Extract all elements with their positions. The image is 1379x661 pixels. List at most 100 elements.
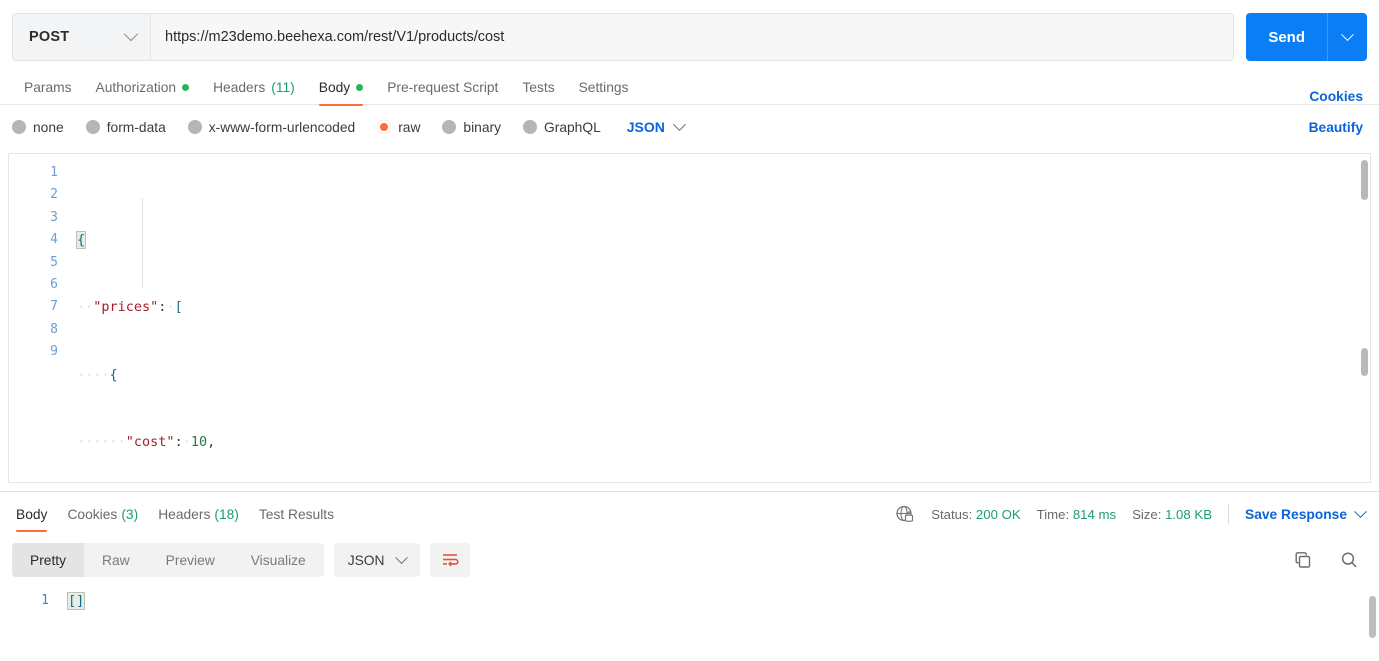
radio-icon — [12, 120, 26, 134]
tab-label: Pre-request Script — [387, 79, 499, 95]
tab-label: Params — [24, 79, 72, 95]
chevron-down-icon — [1354, 504, 1367, 518]
line-number: 7 — [50, 299, 58, 315]
response-view-mode-group: Pretty Raw Preview Visualize — [12, 543, 324, 577]
code-line-1: { — [75, 229, 1370, 251]
response-body-viewer[interactable]: 1 [] — [0, 584, 1379, 654]
body-type-binary[interactable]: binary — [442, 120, 501, 135]
request-body-editor[interactable]: 1 2 3 4 5 6 7 8 9 { ··"prices":·[ ····{ … — [8, 153, 1371, 483]
globe-lock-icon[interactable] — [895, 504, 915, 524]
body-type-raw[interactable]: raw — [377, 120, 420, 135]
tab-label: Body — [318, 79, 351, 95]
editor-scrollbar-thumb-secondary[interactable] — [1361, 348, 1368, 376]
tab-label: Test Results — [258, 506, 335, 522]
line-number: 1 — [50, 165, 58, 180]
code-token: "cost" — [125, 433, 175, 450]
time-value: 814 ms — [1072, 506, 1117, 522]
tab-count: (3) — [121, 506, 139, 522]
tab-label: Settings — [578, 79, 629, 95]
body-row-right: Beautify — [1309, 120, 1367, 135]
code-token: 10 — [190, 433, 208, 450]
response-tabs-bar: Body Cookies (3) Headers (18) Test Resul… — [0, 492, 1379, 536]
view-mode-raw[interactable]: Raw — [84, 543, 148, 577]
send-options-button[interactable] — [1327, 13, 1367, 61]
view-mode-visualize[interactable]: Visualize — [233, 543, 324, 577]
body-type-row: none form-data x-www-form-urlencoded raw… — [0, 105, 1379, 149]
view-mode-preview[interactable]: Preview — [148, 543, 233, 577]
view-mode-pretty[interactable]: Pretty — [12, 543, 85, 577]
raw-format-select[interactable]: JSON — [626, 117, 686, 135]
size-label: Size: — [1132, 506, 1162, 522]
code-token: , — [207, 433, 216, 450]
cookies-link[interactable]: Cookies — [1309, 89, 1363, 104]
response-body-line: 1 [] — [0, 590, 1379, 612]
response-format-select[interactable]: JSON — [333, 543, 420, 577]
response-body-value: [] — [58, 590, 86, 612]
url-input[interactable]: https://m23demo.beehexa.com/rest/V1/prod… — [150, 13, 1235, 61]
body-type-urlencoded[interactable]: x-www-form-urlencoded — [187, 120, 355, 135]
tab-label: Body — [16, 506, 48, 522]
chevron-down-icon — [673, 117, 686, 131]
size-value: 1.08 KB — [1165, 506, 1212, 522]
tab-body[interactable]: Body — [307, 70, 375, 106]
search-icon[interactable] — [1339, 550, 1359, 570]
chevron-down-icon — [1341, 27, 1354, 41]
status-dot-icon — [182, 83, 190, 91]
raw-format-label: JSON — [626, 119, 665, 135]
response-meta: Status: 200 OK Time: 814 ms Size: 1.08 K… — [895, 504, 1367, 524]
status-value: 200 OK — [975, 506, 1021, 522]
tab-label: Headers — [158, 506, 211, 522]
response-tab-test-results[interactable]: Test Results — [249, 494, 344, 534]
send-button[interactable]: Send — [1246, 13, 1327, 61]
whitespace-dots: ···· — [77, 366, 110, 383]
body-type-label: GraphQL — [544, 119, 601, 135]
save-response-button[interactable]: Save Response — [1245, 504, 1367, 522]
chevron-down-icon — [394, 550, 408, 564]
tab-count: (11) — [271, 79, 295, 95]
request-url-bar: POST https://m23demo.beehexa.com/rest/V1… — [0, 0, 1379, 66]
tab-pre-request-script[interactable]: Pre-request Script — [375, 70, 510, 104]
response-tab-cookies[interactable]: Cookies (3) — [57, 494, 148, 534]
time-info: Time: 814 ms — [1037, 507, 1116, 522]
http-method-label: POST — [29, 29, 70, 45]
body-type-none[interactable]: none — [12, 120, 64, 135]
tab-label: Headers — [213, 79, 266, 95]
status-label: Status: — [931, 506, 973, 522]
tab-tests[interactable]: Tests — [510, 70, 566, 104]
editor-code-area[interactable]: { ··"prices":·[ ····{ ······"cost":·10, … — [67, 154, 1370, 482]
tab-settings[interactable]: Settings — [567, 70, 641, 104]
save-response-label: Save Response — [1245, 506, 1347, 522]
response-scrollbar-thumb[interactable] — [1369, 596, 1376, 638]
code-token: { — [109, 366, 118, 383]
response-tab-headers[interactable]: Headers (18) — [148, 494, 249, 534]
wrap-lines-button[interactable] — [429, 543, 470, 577]
http-method-select[interactable]: POST — [12, 13, 150, 61]
line-number: 2 — [50, 187, 58, 203]
time-label: Time: — [1036, 506, 1070, 522]
tab-authorization[interactable]: Authorization — [84, 70, 202, 104]
body-type-label: binary — [463, 119, 501, 135]
radio-icon — [523, 120, 537, 134]
status-dot-icon — [356, 83, 364, 91]
beautify-link[interactable]: Beautify — [1309, 120, 1363, 135]
code-token: "prices" — [93, 299, 159, 316]
body-type-label: form-data — [106, 119, 166, 135]
tab-headers[interactable]: Headers (11) — [201, 70, 307, 104]
status-info: Status: 200 OK — [931, 507, 1020, 522]
line-number: 9 — [50, 344, 58, 360]
code-token: [ — [174, 299, 183, 316]
response-format-label: JSON — [347, 552, 385, 568]
editor-scrollbar[interactable] — [1361, 156, 1368, 482]
code-line-4: ······"cost":·10, — [77, 431, 1370, 453]
radio-icon — [187, 120, 202, 134]
body-type-form-data[interactable]: form-data — [85, 119, 166, 135]
line-number: 5 — [50, 254, 58, 270]
response-toolbar-actions — [1293, 550, 1367, 570]
editor-scrollbar-thumb[interactable] — [1361, 160, 1368, 200]
tab-params[interactable]: Params — [12, 70, 84, 104]
copy-icon[interactable] — [1293, 550, 1313, 570]
line-number: 4 — [50, 232, 58, 248]
response-tab-body[interactable]: Body — [12, 494, 57, 534]
body-type-graphql[interactable]: GraphQL — [523, 120, 601, 135]
code-token: { — [75, 231, 87, 250]
